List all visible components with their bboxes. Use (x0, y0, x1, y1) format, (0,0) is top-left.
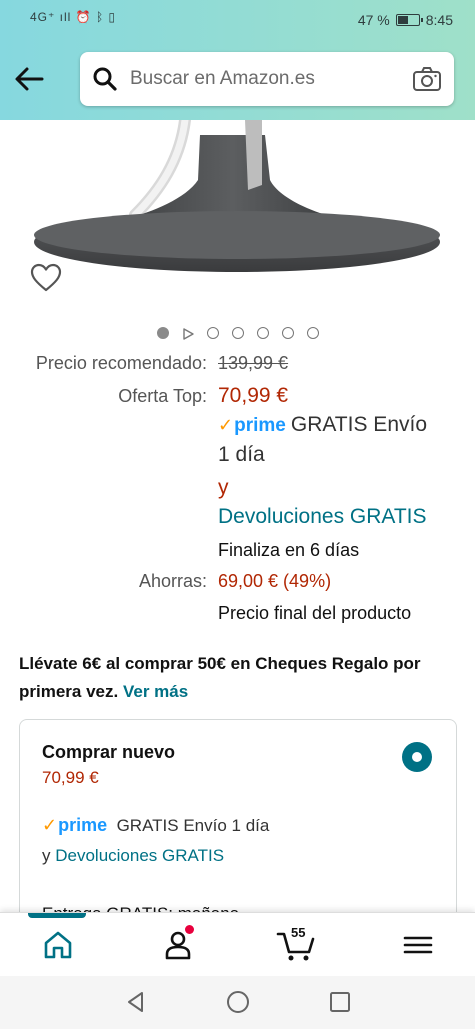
system-navigation-bar (0, 976, 475, 1029)
promo-text: Llévate 6€ al comprar 50€ en Cheques Reg… (19, 654, 421, 701)
camera-icon[interactable] (412, 66, 442, 92)
product-image[interactable] (0, 120, 475, 320)
carousel-dot[interactable] (306, 327, 319, 339)
system-recents-icon[interactable] (328, 990, 352, 1014)
carousel-dot[interactable] (206, 327, 219, 339)
shipping-line2: 1 día (218, 443, 265, 466)
battery-fill (397, 16, 409, 24)
buy-prime-shipping: ✓prime GRATIS Envío 1 día (42, 815, 269, 836)
prime-logo: prime (234, 415, 286, 436)
back-arrow-icon[interactable] (12, 62, 46, 96)
free-returns-link[interactable]: Devoluciones GRATIS (218, 505, 427, 529)
shipping-line1: GRATIS Envío (290, 413, 428, 436)
savings-value: 69,00 € (49%) (218, 571, 332, 591)
and-connector: y (218, 476, 229, 499)
app-header: 4G⁺ ıll ⏰ ᛒ ▯ 47 % 8:45 Buscar en Amazon… (0, 0, 475, 120)
prime-shipping: ✓prime GRATIS Envío (218, 413, 427, 437)
vibrate-icon: ▯ (108, 10, 117, 24)
bottom-navigation: 55 (0, 912, 475, 976)
final-price-note: Precio final del producto (218, 603, 412, 623)
deal-ends: Finaliza en 6 días (218, 540, 360, 560)
account-icon[interactable] (160, 925, 196, 961)
prime-logo: prime (58, 815, 108, 835)
bluetooth-icon: ᛒ (95, 10, 105, 24)
buy-returns: y Devoluciones GRATIS (42, 846, 224, 866)
see-more-link[interactable]: Ver más (123, 682, 188, 701)
savings-label: Ahorras: (138, 571, 207, 591)
search-icon[interactable] (92, 66, 118, 92)
signal-indicator: 4G⁺ ıll (30, 10, 72, 24)
prime-check-icon: ✓ (42, 815, 58, 835)
recommended-price-label: Precio recomendado: (35, 353, 207, 373)
search-bar[interactable]: Buscar en Amazon.es (80, 52, 454, 106)
buy-new-title: Comprar nuevo (42, 742, 176, 762)
battery-icon (395, 14, 423, 26)
wishlist-heart-icon[interactable] (26, 258, 66, 298)
home-icon[interactable] (40, 929, 76, 961)
gift-card-promo: Llévate 6€ al comprar 50€ en Cheques Reg… (19, 650, 459, 706)
buy-free-returns-link[interactable]: Devoluciones GRATIS (55, 846, 224, 865)
notification-dot (185, 925, 194, 934)
status-right: 47 % 8:45 (358, 12, 453, 28)
offer-price: 70,99 € (218, 384, 289, 407)
buy-new-price: 70,99 € (42, 768, 99, 787)
image-carousel-indicator[interactable] (0, 324, 475, 342)
cart-icon[interactable]: 55 (276, 925, 315, 961)
video-play-icon[interactable] (182, 327, 194, 340)
active-tab-indicator (28, 913, 86, 918)
battery-percent: 47 % (357, 12, 390, 28)
offer-label: Oferta Top: (118, 386, 207, 406)
clock: 8:45 (425, 12, 453, 28)
recommended-price: 139,99 € (218, 353, 289, 373)
carousel-dot-active[interactable] (156, 327, 169, 339)
menu-icon[interactable] (400, 929, 436, 961)
search-input[interactable]: Buscar en Amazon.es (130, 68, 315, 90)
cart-count: 55 (291, 925, 306, 940)
alarm-icon: ⏰ (75, 10, 92, 24)
buy-shipping-text: GRATIS Envío 1 día (116, 816, 270, 835)
carousel-dot[interactable] (281, 327, 294, 339)
prime-check-icon: ✓ (218, 415, 234, 435)
system-home-icon[interactable] (226, 990, 250, 1014)
buy-new-radio[interactable] (402, 742, 432, 772)
system-back-icon[interactable] (124, 990, 148, 1014)
carousel-dot[interactable] (231, 327, 244, 339)
status-bar: 4G⁺ ıll ⏰ ᛒ ▯ 47 % 8:45 (0, 0, 475, 40)
and-connector: y (42, 846, 51, 865)
carousel-dot[interactable] (256, 327, 269, 339)
status-icons: 4G⁺ ıll ⏰ ᛒ ▯ (30, 10, 116, 24)
